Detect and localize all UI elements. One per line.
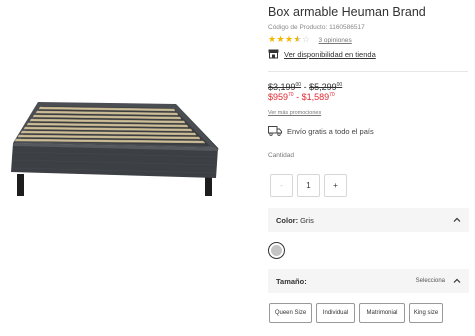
chevron-up-icon	[453, 278, 461, 283]
color-label: Color:	[276, 215, 299, 225]
decrease-quantity-button[interactable]: -	[270, 174, 293, 197]
size-accordion-header[interactable]: Tamaño: Selecciona	[268, 269, 469, 293]
store-availability-link[interactable]: Ver disponibilidad en tienda	[268, 49, 376, 59]
increase-quantity-button[interactable]: +	[324, 174, 347, 197]
size-option-individual[interactable]: Individual	[316, 303, 355, 323]
star-icon: ★	[276, 35, 285, 45]
quantity-input[interactable]: 1	[297, 174, 320, 197]
size-option-matrimonial[interactable]: Matrimonial	[359, 303, 405, 323]
truck-icon	[268, 126, 282, 136]
chevron-up-icon	[453, 217, 461, 222]
store-availability-label: Ver disponibilidad en tienda	[284, 49, 376, 59]
size-option-queen[interactable]: Queen Size	[269, 303, 312, 323]
size-options: Queen Size Individual Matrimonial King s…	[269, 303, 443, 323]
color-swatch-fill	[271, 245, 282, 256]
product-title: Box armable Heuman Brand	[268, 5, 426, 19]
color-accordion-header[interactable]: Color: Gris	[268, 208, 469, 232]
divider	[268, 71, 468, 72]
size-option-king[interactable]: King size	[409, 303, 443, 323]
star-half-icon: ★ ★	[293, 35, 302, 45]
old-price: $3,19900 - $5,29900	[268, 82, 343, 92]
product-code: Código de Producto: 1160586517	[268, 24, 365, 31]
star-icon: ★	[285, 35, 294, 45]
color-value: Gris	[300, 215, 314, 225]
rating[interactable]: ★ ★ ★ ★ ★ ☆ 3 opiniones	[268, 36, 352, 45]
product-image[interactable]	[0, 0, 252, 240]
color-swatch-gris[interactable]	[268, 242, 285, 259]
store-icon	[268, 49, 279, 59]
star-icon: ★	[268, 35, 277, 45]
star-empty-icon: ☆	[302, 35, 311, 45]
more-promotions-link[interactable]: Ver más promociones	[268, 110, 321, 116]
size-label: Tamaño:	[276, 276, 307, 286]
free-shipping: Envío gratis a todo el país	[268, 126, 374, 136]
quantity-stepper: - 1 +	[270, 174, 347, 197]
sale-price: $95970 - $1,58970	[268, 92, 335, 102]
size-select-prompt: Selecciona	[415, 278, 445, 284]
quantity-label: Cantidad	[268, 152, 295, 159]
free-shipping-label: Envío gratis a todo el país	[287, 126, 374, 136]
opinions-link[interactable]: 3 opiniones	[319, 37, 352, 44]
